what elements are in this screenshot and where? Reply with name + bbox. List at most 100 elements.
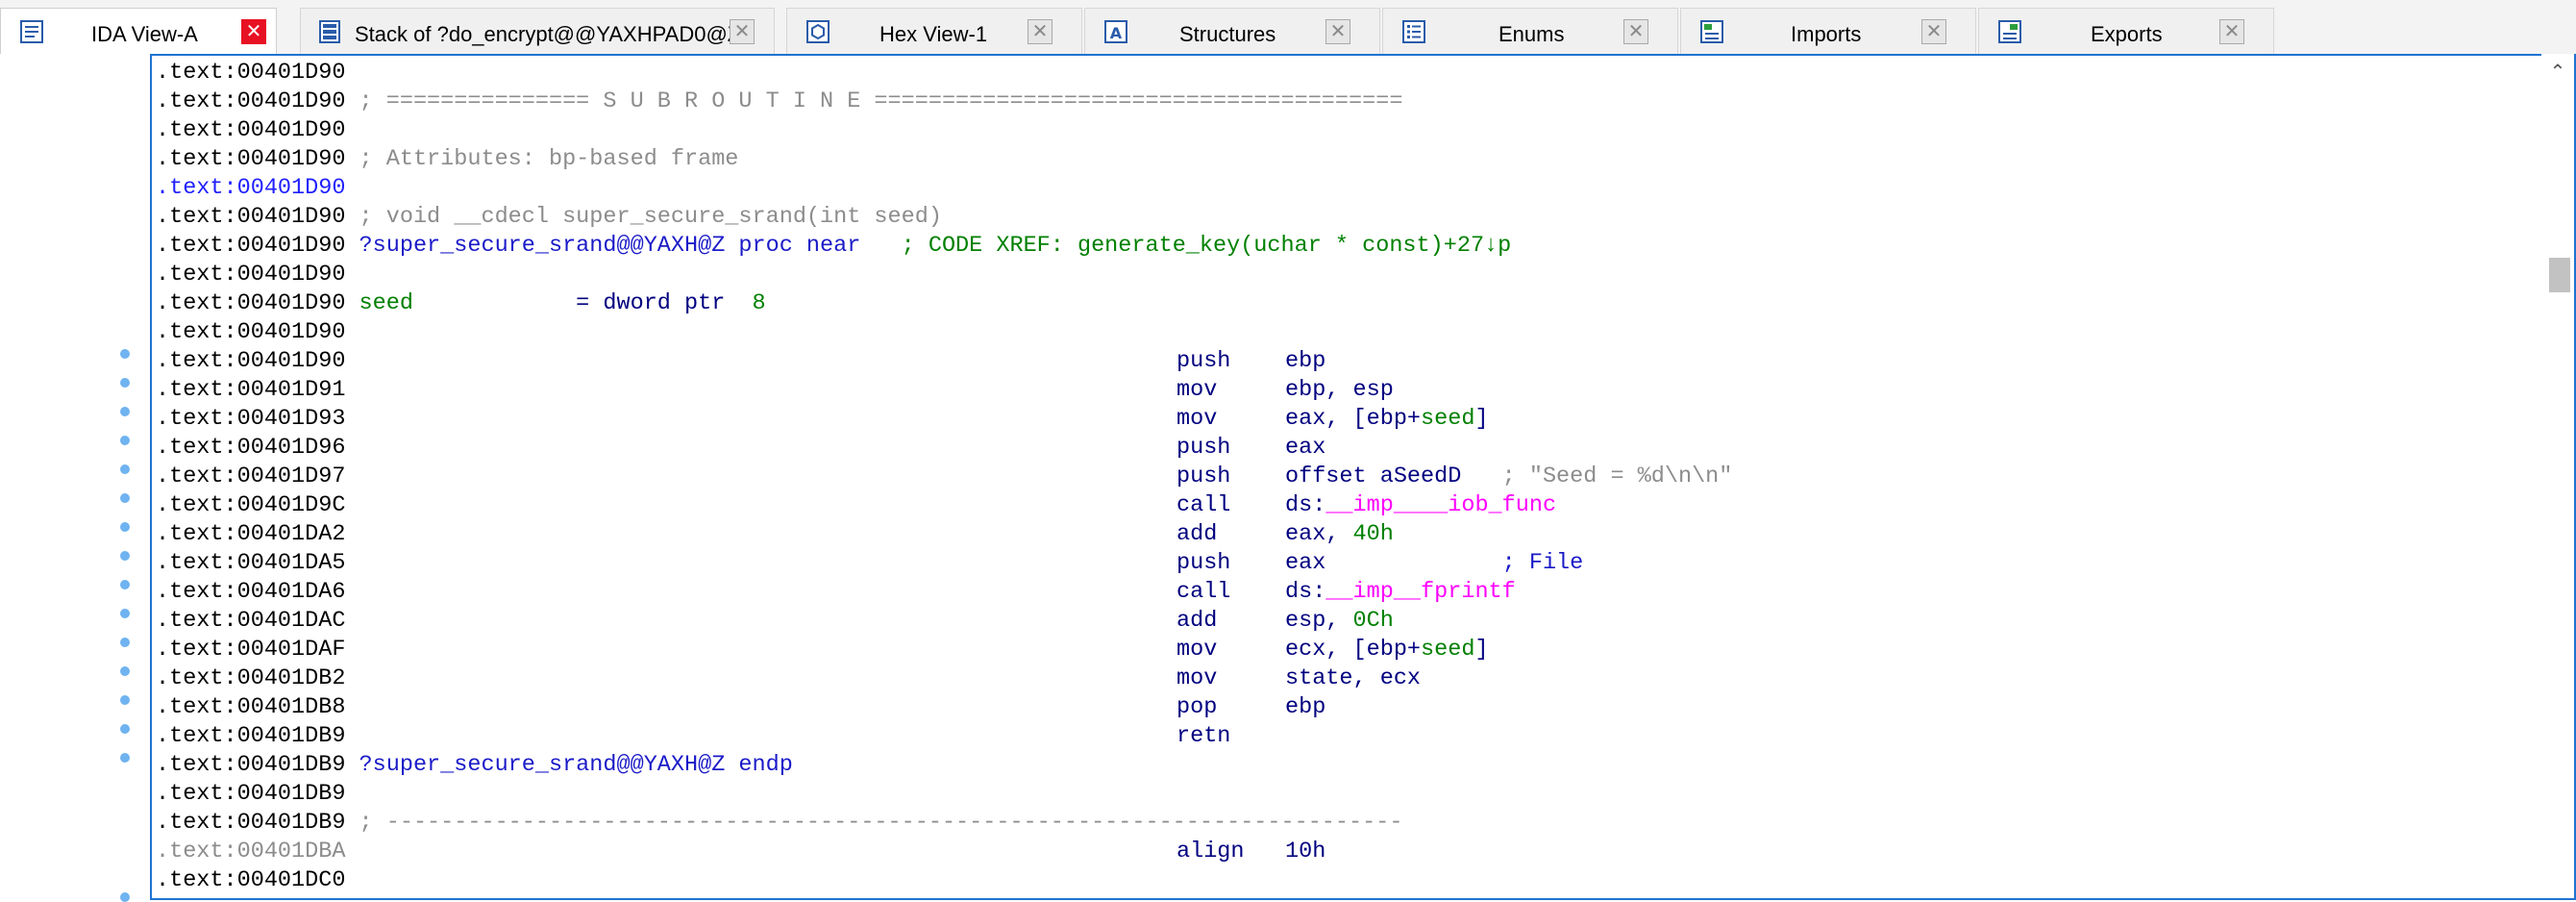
- instruction-dot-icon[interactable]: [120, 464, 130, 474]
- tab-label: IDA View-A: [91, 22, 198, 46]
- tab-label: Hex View-1: [879, 22, 988, 46]
- instruction-dot-icon[interactable]: [120, 753, 130, 763]
- import-ref[interactable]: __imp____iob_func: [1325, 492, 1556, 518]
- instruction-dot-icon[interactable]: [120, 522, 130, 532]
- instruction-line[interactable]: .text:00401DAF mov ecx, [ebp+seed]: [156, 636, 1489, 664]
- listing-line[interactable]: .text:00401D90: [156, 59, 345, 88]
- operands: 10h: [1285, 839, 1326, 864]
- operands: offset aSeedD ; "Seed = %d\n\n": [1285, 463, 1732, 491]
- instruction-dot-icon[interactable]: [120, 349, 130, 359]
- close-icon[interactable]: ✕: [730, 19, 755, 44]
- address: .text:00401D90: [156, 319, 346, 345]
- address: .text:00401D90: [156, 262, 346, 288]
- imports-icon: [1700, 20, 1723, 43]
- instruction-line[interactable]: .text:00401DA2 add eax, 40h: [156, 520, 1394, 549]
- instruction-line[interactable]: .text:00401D97 push offset aSeedD ; "Seed …: [156, 463, 1732, 491]
- instruction-line[interactable]: .text:00401DA6 call ds:__imp__fprintf: [156, 578, 1516, 607]
- listing-line[interactable]: .text:00401D90 seed = dword ptr 8: [156, 289, 766, 318]
- close-icon[interactable]: ✕: [1028, 19, 1053, 44]
- instruction-line[interactable]: .text:00401DA5 push eax ; File: [156, 549, 1583, 578]
- proc-keyword: proc near: [725, 233, 861, 259]
- svg-text:A: A: [1110, 24, 1123, 42]
- instruction-line[interactable]: .text:00401D90 push ebp: [156, 347, 1325, 376]
- address: .text:00401DB2: [156, 665, 346, 691]
- breakpoint-gutter[interactable]: [0, 54, 150, 902]
- hex-view-icon: [806, 20, 830, 43]
- stack-var-name[interactable]: seed: [345, 290, 413, 316]
- mnemonic: push: [1177, 435, 1231, 461]
- tab-ida-view-a[interactable]: IDA View-A ✕: [0, 8, 277, 56]
- address: .text:00401D96: [156, 435, 346, 461]
- structures-icon: A: [1104, 20, 1127, 43]
- instruction-line[interactable]: .text:00401D96 push eax: [156, 434, 1325, 463]
- instruction-dot-icon[interactable]: [120, 666, 130, 676]
- listing-line[interactable]: .text:00401DB9 ?super_secure_srand@@YAXH…: [156, 751, 793, 780]
- instruction-dot-icon[interactable]: [120, 436, 130, 445]
- listing-line[interactable]: .text:00401D90 ; void __cdecl super_secu…: [156, 203, 942, 232]
- tab-label: Imports: [1791, 22, 1862, 46]
- listing-line[interactable]: .text:00401DC0: [156, 866, 345, 895]
- vertical-scrollbar[interactable]: ⌃: [2541, 54, 2574, 898]
- close-icon[interactable]: ✕: [2219, 19, 2244, 44]
- listing-line[interactable]: .text:00401D90: [156, 116, 345, 145]
- close-icon[interactable]: ✕: [241, 19, 266, 44]
- operands: eax, 40h: [1285, 520, 1394, 549]
- close-icon[interactable]: ✕: [1623, 19, 1648, 44]
- stack-var-offset: 8: [752, 290, 766, 316]
- subroutine-separator: ; =============== S U B R O U T I N E ==…: [345, 88, 1403, 114]
- instruction-dot-icon[interactable]: [120, 580, 130, 589]
- instruction-dot-icon[interactable]: [120, 493, 130, 503]
- listing-line[interactable]: .text:00401D90: [156, 318, 345, 347]
- function-name[interactable]: ?super_secure_srand@@YAXH@Z: [345, 233, 726, 259]
- code-xref-comment[interactable]: ; CODE XREF: generate_key(uchar * const)…: [860, 233, 1512, 259]
- instruction-dot-icon[interactable]: [120, 609, 130, 618]
- stack-var-ref[interactable]: seed: [1421, 406, 1474, 432]
- close-icon[interactable]: ✕: [1325, 19, 1350, 44]
- listing-line[interactable]: .text:00401D90 ; Attributes: bp-based fr…: [156, 145, 738, 174]
- operand-text[interactable]: offset aSeedD: [1285, 464, 1461, 489]
- tab-structures[interactable]: A Structures ✕: [1084, 8, 1380, 54]
- disassembly-view[interactable]: .text:00401D90 .text:00401D90 ; ========…: [150, 54, 2576, 900]
- tab-exports[interactable]: Exports ✕: [1978, 8, 2274, 54]
- instruction-line[interactable]: .text:00401DB2 mov state, ecx: [156, 664, 1421, 693]
- scrollbar-thumb[interactable]: [2549, 258, 2570, 292]
- listing-line[interactable]: .text:00401D90 ?super_secure_srand@@YAXH…: [156, 232, 1511, 261]
- instruction-dot-icon[interactable]: [120, 724, 130, 734]
- tab-imports[interactable]: Imports ✕: [1680, 8, 1976, 54]
- tab-enums[interactable]: Enums ✕: [1382, 8, 1678, 54]
- instruction-dot-icon[interactable]: [120, 892, 130, 902]
- scroll-up-icon[interactable]: ⌃: [2541, 60, 2574, 88]
- instruction-line[interactable]: .text:00401D93 mov eax, [ebp+seed]: [156, 405, 1489, 434]
- mnemonic: mov: [1177, 637, 1218, 663]
- instruction-dot-icon[interactable]: [120, 638, 130, 647]
- instruction-line[interactable]: .text:00401D9C call ds:__imp____iob_func: [156, 491, 1556, 520]
- listing-line[interactable]: .text:00401D90 ; =============== S U B R…: [156, 88, 1402, 116]
- stack-var-ref[interactable]: seed: [1421, 637, 1474, 663]
- listing-line[interactable]: .text:00401D90: [156, 261, 345, 289]
- address: .text:00401D90: [156, 60, 346, 86]
- address: .text:00401D90: [156, 348, 346, 374]
- operands: ds:__imp__fprintf: [1285, 578, 1516, 607]
- instruction-line[interactable]: .text:00401DBA align 10h: [156, 838, 1325, 866]
- instruction-dot-icon[interactable]: [120, 407, 130, 416]
- listing-line[interactable]: .text:00401DB9 ; -----------------------…: [156, 809, 1402, 838]
- operands: ds:__imp____iob_func: [1285, 491, 1556, 520]
- string-comment: ; "Seed = %d\n\n": [1461, 464, 1733, 489]
- instruction-line[interactable]: .text:00401DB9 retn: [156, 722, 1230, 751]
- instruction-dot-icon[interactable]: [120, 695, 130, 705]
- tab-hex-view[interactable]: Hex View-1 ✕: [786, 8, 1082, 54]
- instruction-dot-icon[interactable]: [120, 378, 130, 388]
- instruction-line[interactable]: .text:00401DAC add esp, 0Ch: [156, 607, 1394, 636]
- instruction-dot-icon[interactable]: [120, 551, 130, 561]
- instruction-line[interactable]: .text:00401DB8 pop ebp: [156, 693, 1325, 722]
- instruction-line[interactable]: .text:00401D91 mov ebp, esp: [156, 376, 1394, 405]
- import-ref[interactable]: __imp__fprintf: [1325, 579, 1515, 605]
- mnemonic: mov: [1177, 665, 1218, 691]
- tab-stack-frame[interactable]: Stack of ?do_encrypt@@YAXHPAD0@Z ✕: [300, 8, 775, 54]
- address: .text:00401D90: [156, 233, 346, 259]
- listing-line-current[interactable]: .text:00401D90: [156, 174, 345, 203]
- function-name[interactable]: ?super_secure_srand@@YAXH@Z: [345, 752, 726, 778]
- listing-line[interactable]: .text:00401DB9: [156, 780, 345, 809]
- endp-keyword: endp: [725, 752, 793, 778]
- close-icon[interactable]: ✕: [1921, 19, 1946, 44]
